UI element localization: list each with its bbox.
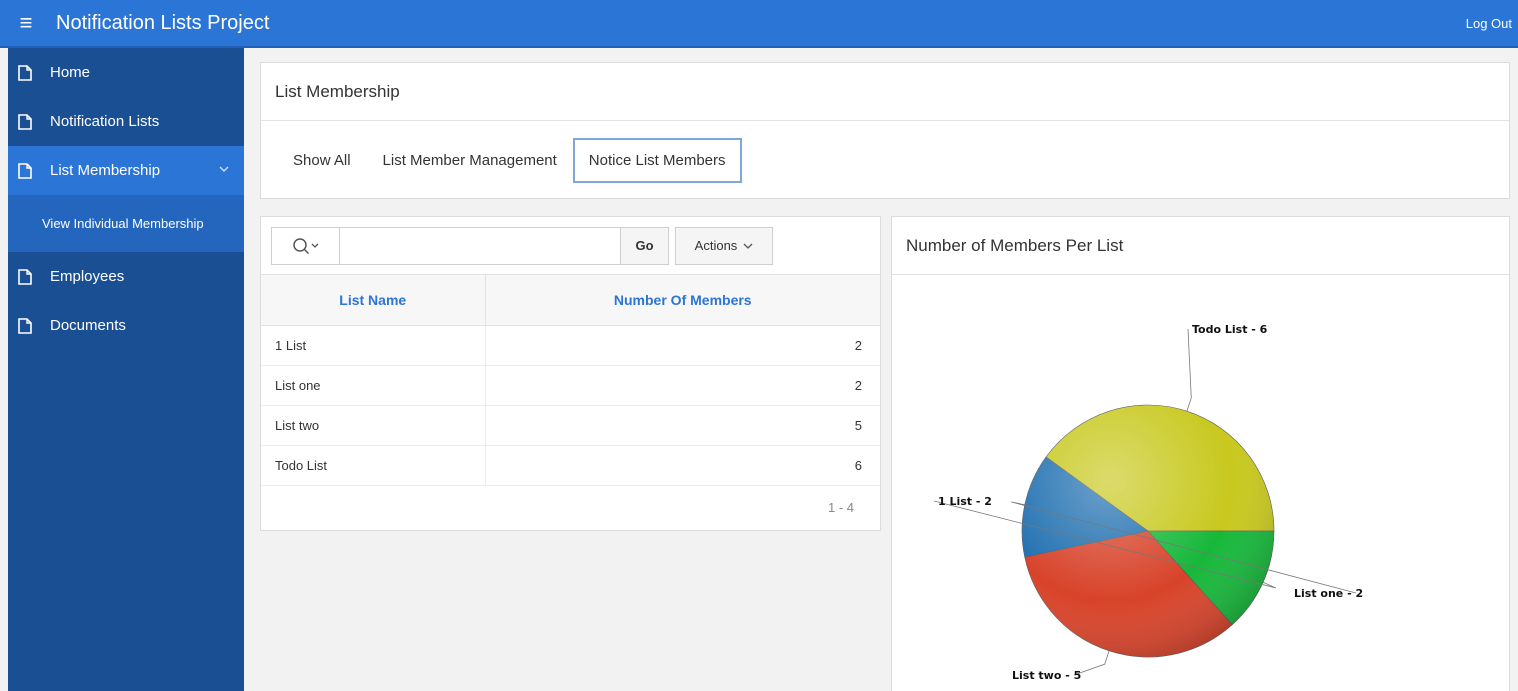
sidebar-item-home[interactable]: Home [8, 48, 244, 97]
tab-notice-list-members[interactable]: Notice List Members [572, 137, 742, 183]
page-icon [18, 162, 32, 179]
table-row: 1 List 2 [261, 325, 880, 366]
sidebar-item-employees[interactable]: Employees [8, 252, 244, 301]
sidebar-item-label: Home [50, 64, 91, 81]
sidebar-item-label: Documents [50, 317, 126, 334]
list-name-cell: Todo List [261, 445, 486, 486]
page-icon [18, 64, 32, 81]
table-row: List one 2 [261, 365, 880, 406]
tab-show-all[interactable]: Show All [277, 138, 367, 183]
tab-bar: Show All List Member Management Notice L… [261, 121, 1509, 199]
search-column-selector[interactable] [272, 227, 340, 264]
report-region: Go Actions List Name Number Of Members 1… [260, 216, 881, 531]
logout-link[interactable]: Log Out [1466, 16, 1512, 31]
hamburger-icon[interactable]: ≡ [8, 0, 44, 47]
column-header-list-name[interactable]: List Name [261, 275, 486, 326]
table-row: List two 5 [261, 405, 880, 446]
pie-slice-label: 1 List - 2 [938, 495, 992, 508]
pie-slice-label: List one - 2 [1294, 587, 1363, 600]
sidebar-item-documents[interactable]: Documents [8, 301, 244, 350]
report-table: List Name Number Of Members 1 List 2 Lis… [261, 275, 880, 486]
table-row: Todo List 6 [261, 445, 880, 486]
sidebar-item-label: Notification Lists [50, 113, 160, 130]
search-box [271, 226, 621, 265]
report-toolbar: Go Actions [261, 217, 880, 275]
chevron-down-icon [743, 243, 753, 249]
pie-leader-line [1186, 328, 1192, 412]
chevron-down-icon[interactable] [218, 163, 230, 175]
page-icon [18, 317, 32, 334]
region-title: List Membership [261, 63, 1509, 121]
top-navigation-bar: ≡ Notification Lists Project Log Out [0, 0, 1518, 48]
pie-chart: Todo List - 6 List one - 2 List two - 5 1 L… [933, 323, 1363, 682]
tab-list-member-management[interactable]: List Member Management [367, 138, 573, 183]
sidebar-item-list-membership[interactable]: List Membership [8, 146, 244, 195]
search-input[interactable] [340, 227, 620, 264]
page-icon [18, 268, 32, 285]
app-title[interactable]: Notification Lists Project [56, 12, 269, 35]
column-header-number-of-members[interactable]: Number Of Members [485, 275, 880, 326]
sidebar-item-notification-lists[interactable]: Notification Lists [8, 97, 244, 146]
go-button[interactable]: Go [621, 226, 669, 265]
list-name-cell: 1 List [261, 325, 486, 366]
list-membership-region: List Membership Show All List Member Man… [260, 62, 1510, 199]
actions-label: Actions [694, 238, 738, 253]
sidebar: Home Notification Lists List Membership … [8, 48, 244, 691]
member-count-cell: 6 [485, 445, 880, 486]
pie-slice-label: List two - 5 [1012, 669, 1081, 682]
chart-title: Number of Members Per List [892, 217, 1509, 275]
member-count-cell: 5 [485, 405, 880, 446]
sidebar-item-label: List Membership [50, 162, 161, 179]
pagination-info: 1 - 4 [827, 500, 854, 515]
member-count-cell: 2 [485, 325, 880, 366]
chart-region: Number of Members Per List Todo List - 6… [891, 216, 1510, 691]
page-icon [18, 113, 32, 130]
sidebar-item-label: Employees [50, 268, 125, 285]
actions-button[interactable]: Actions [675, 226, 773, 265]
member-count-cell: 2 [485, 365, 880, 406]
pie-slice-label: Todo List - 6 [1192, 323, 1268, 336]
list-name-cell: List one [261, 365, 486, 406]
list-name-cell: List two [261, 405, 486, 446]
search-icon [292, 237, 318, 254]
sidebar-item-view-individual-membership[interactable]: View Individual Membership [8, 195, 244, 252]
